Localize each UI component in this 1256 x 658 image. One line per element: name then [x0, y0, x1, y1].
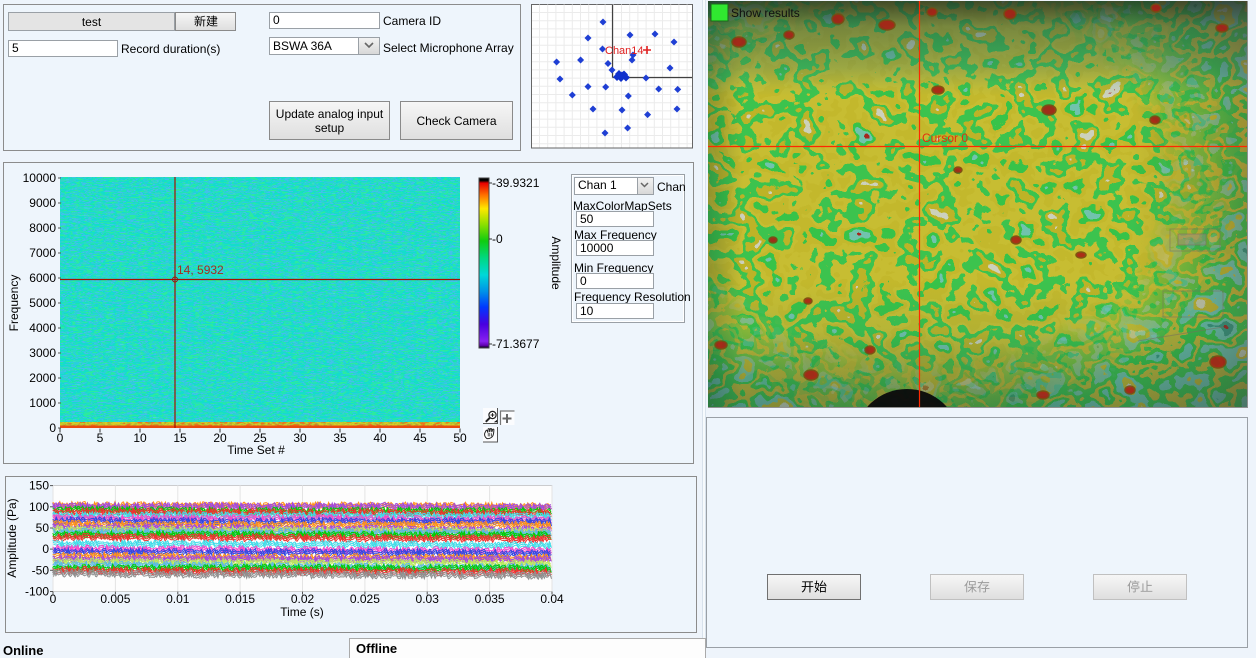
svg-text:Cursor 0: Cursor 0 [922, 131, 968, 145]
svg-text:-100: -100 [25, 585, 49, 599]
svg-text:50: 50 [36, 521, 50, 535]
svg-text:-50: -50 [32, 563, 50, 577]
svg-text:Show results: Show results [731, 6, 800, 20]
svg-text:Amplitude (Pa): Amplitude (Pa) [5, 498, 19, 577]
svg-text:150: 150 [29, 479, 49, 493]
svg-text:0: 0 [42, 542, 49, 556]
svg-text:Time (s): Time (s) [280, 605, 324, 619]
svg-text:100: 100 [29, 500, 49, 514]
